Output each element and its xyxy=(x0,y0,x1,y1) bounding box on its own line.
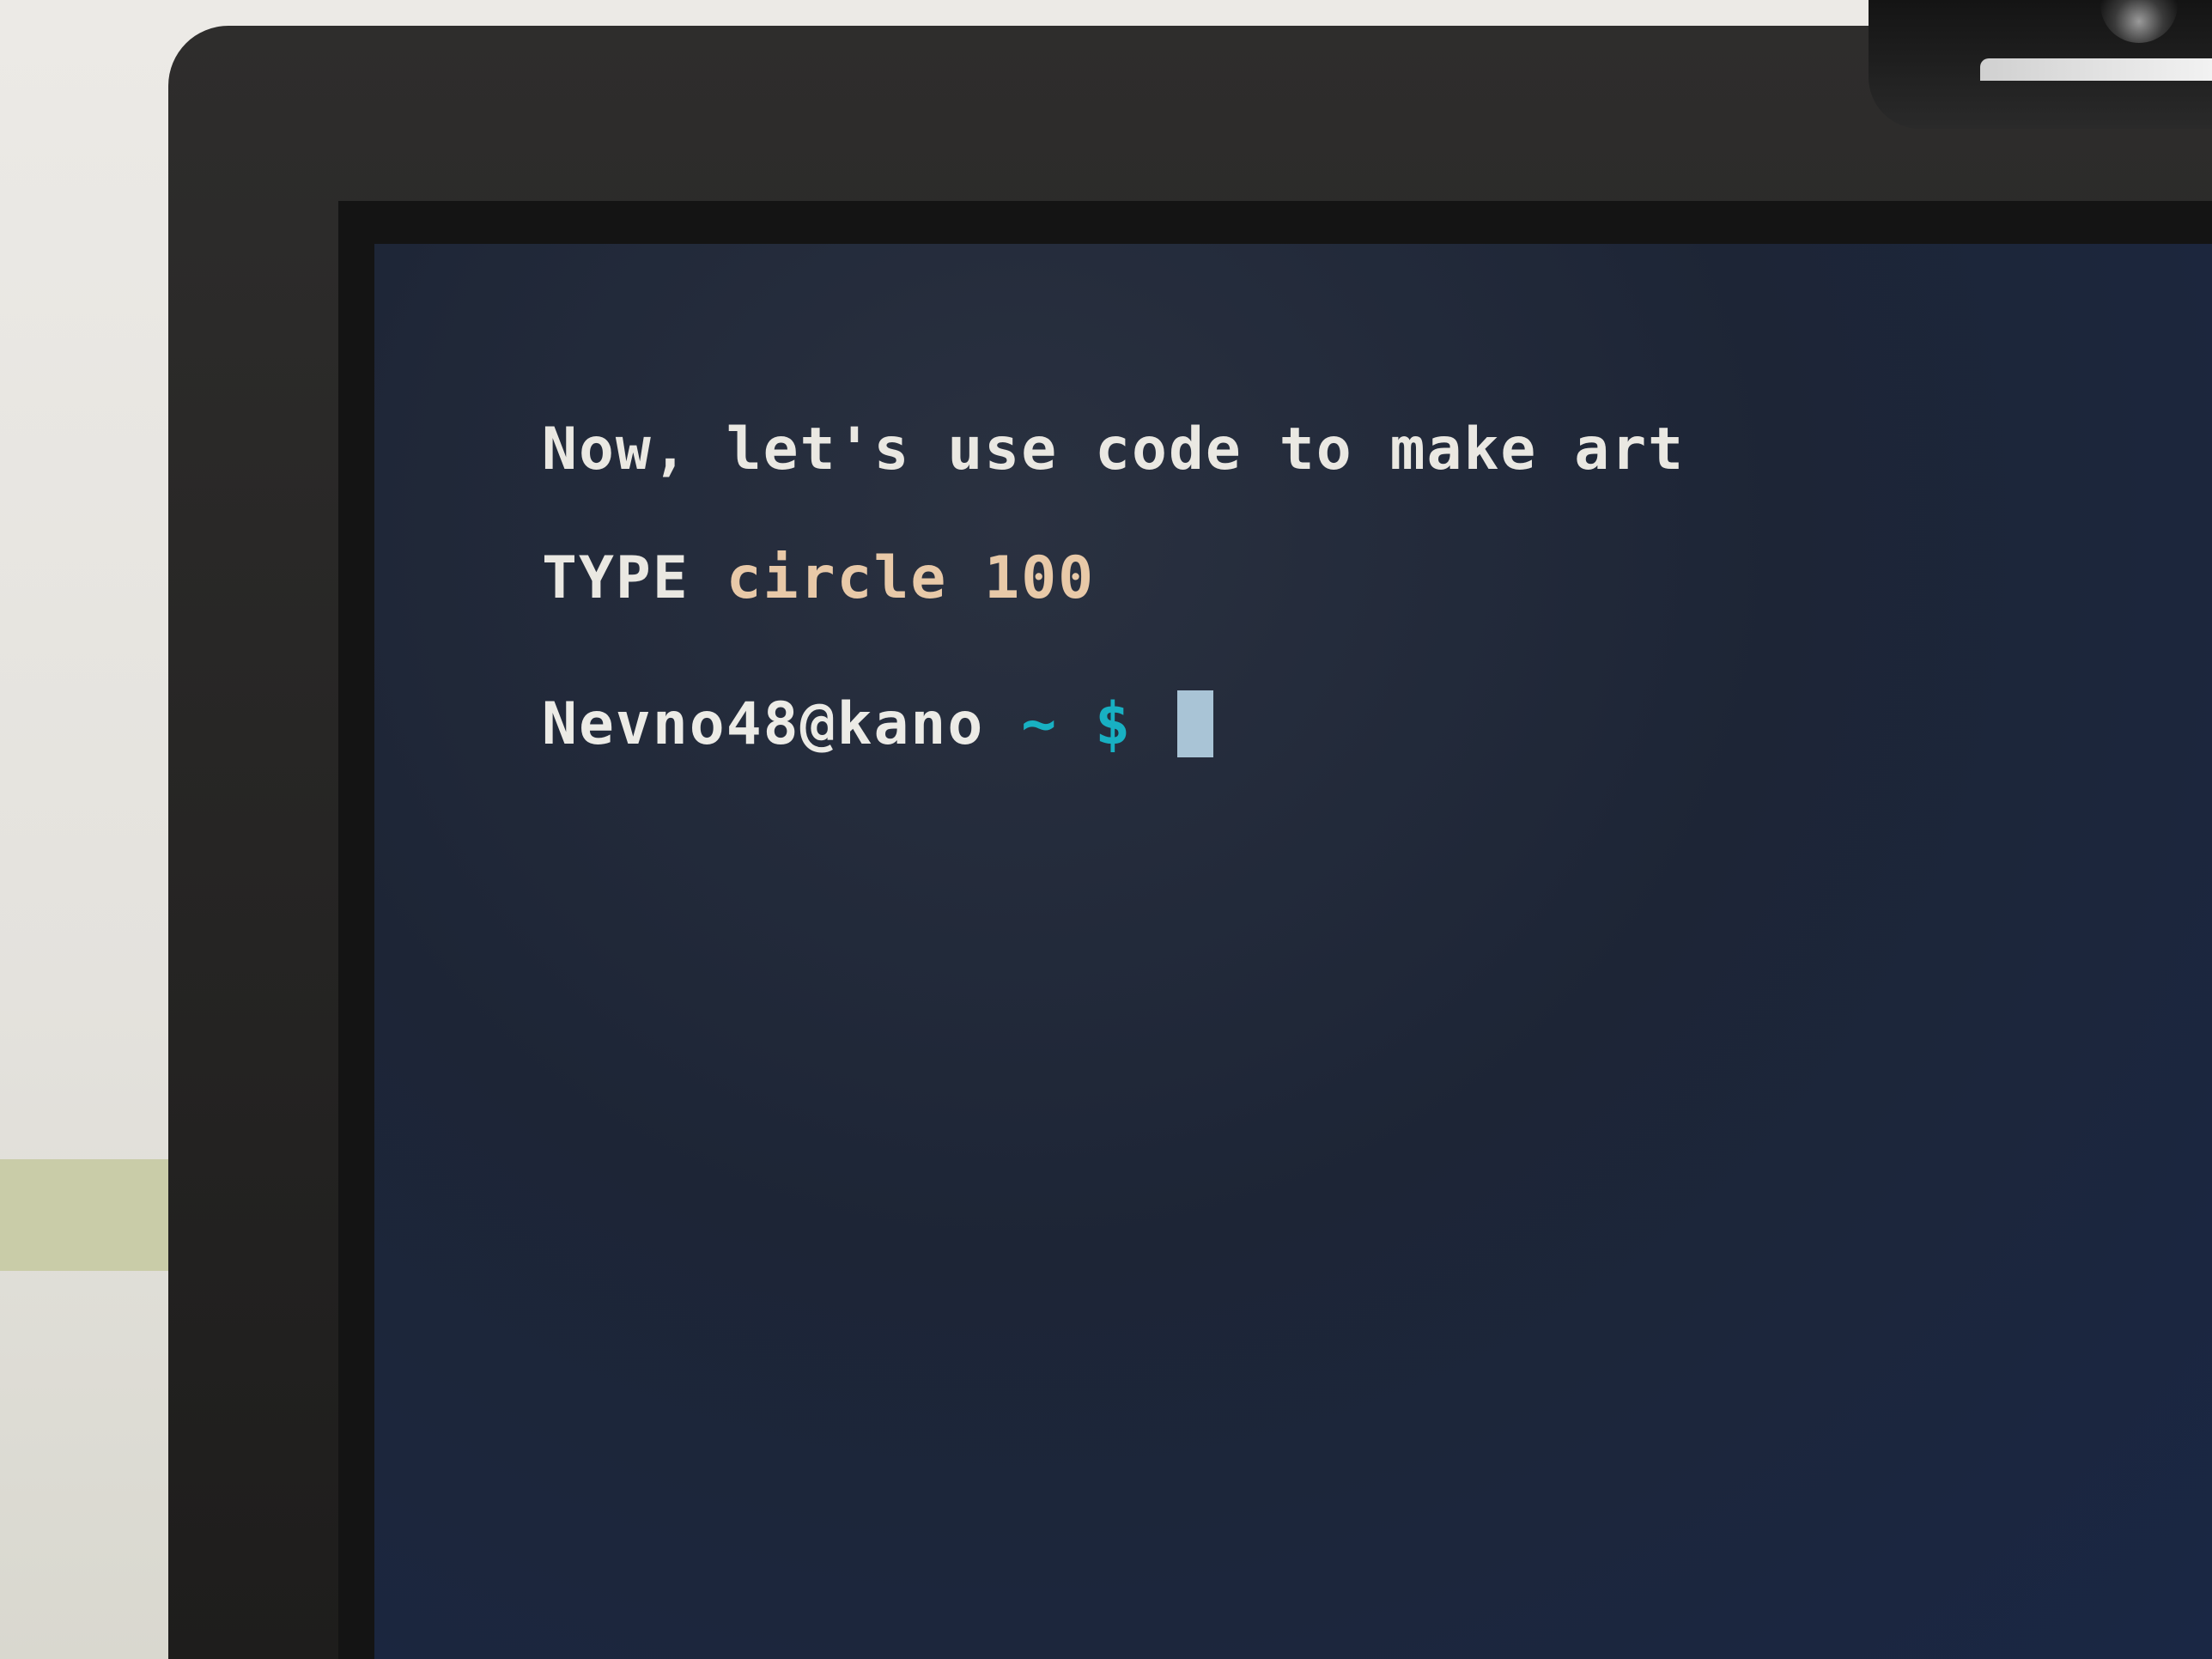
prompt-line[interactable]: Nevno48@kano ~ $ xyxy=(542,690,1214,759)
instruction-label: TYPE xyxy=(542,544,690,612)
terminal-screen[interactable]: Now, let's use code to make art TYPE cir… xyxy=(374,244,2212,1659)
prompt-symbol: $ xyxy=(1095,690,1133,758)
webcam-lens xyxy=(2100,0,2178,43)
instruction-line: TYPE circle 100 xyxy=(542,544,1095,613)
text-cursor[interactable] xyxy=(1177,690,1214,757)
prompt-user-host: Nevno48@kano xyxy=(542,690,985,758)
prompt-path: ~ xyxy=(1021,690,1059,758)
instruction-command: circle 100 xyxy=(726,544,1096,612)
intro-line: Now, let's use code to make art xyxy=(542,416,1686,483)
webcam xyxy=(1869,0,2212,129)
webcam-highlight xyxy=(1980,58,2212,81)
